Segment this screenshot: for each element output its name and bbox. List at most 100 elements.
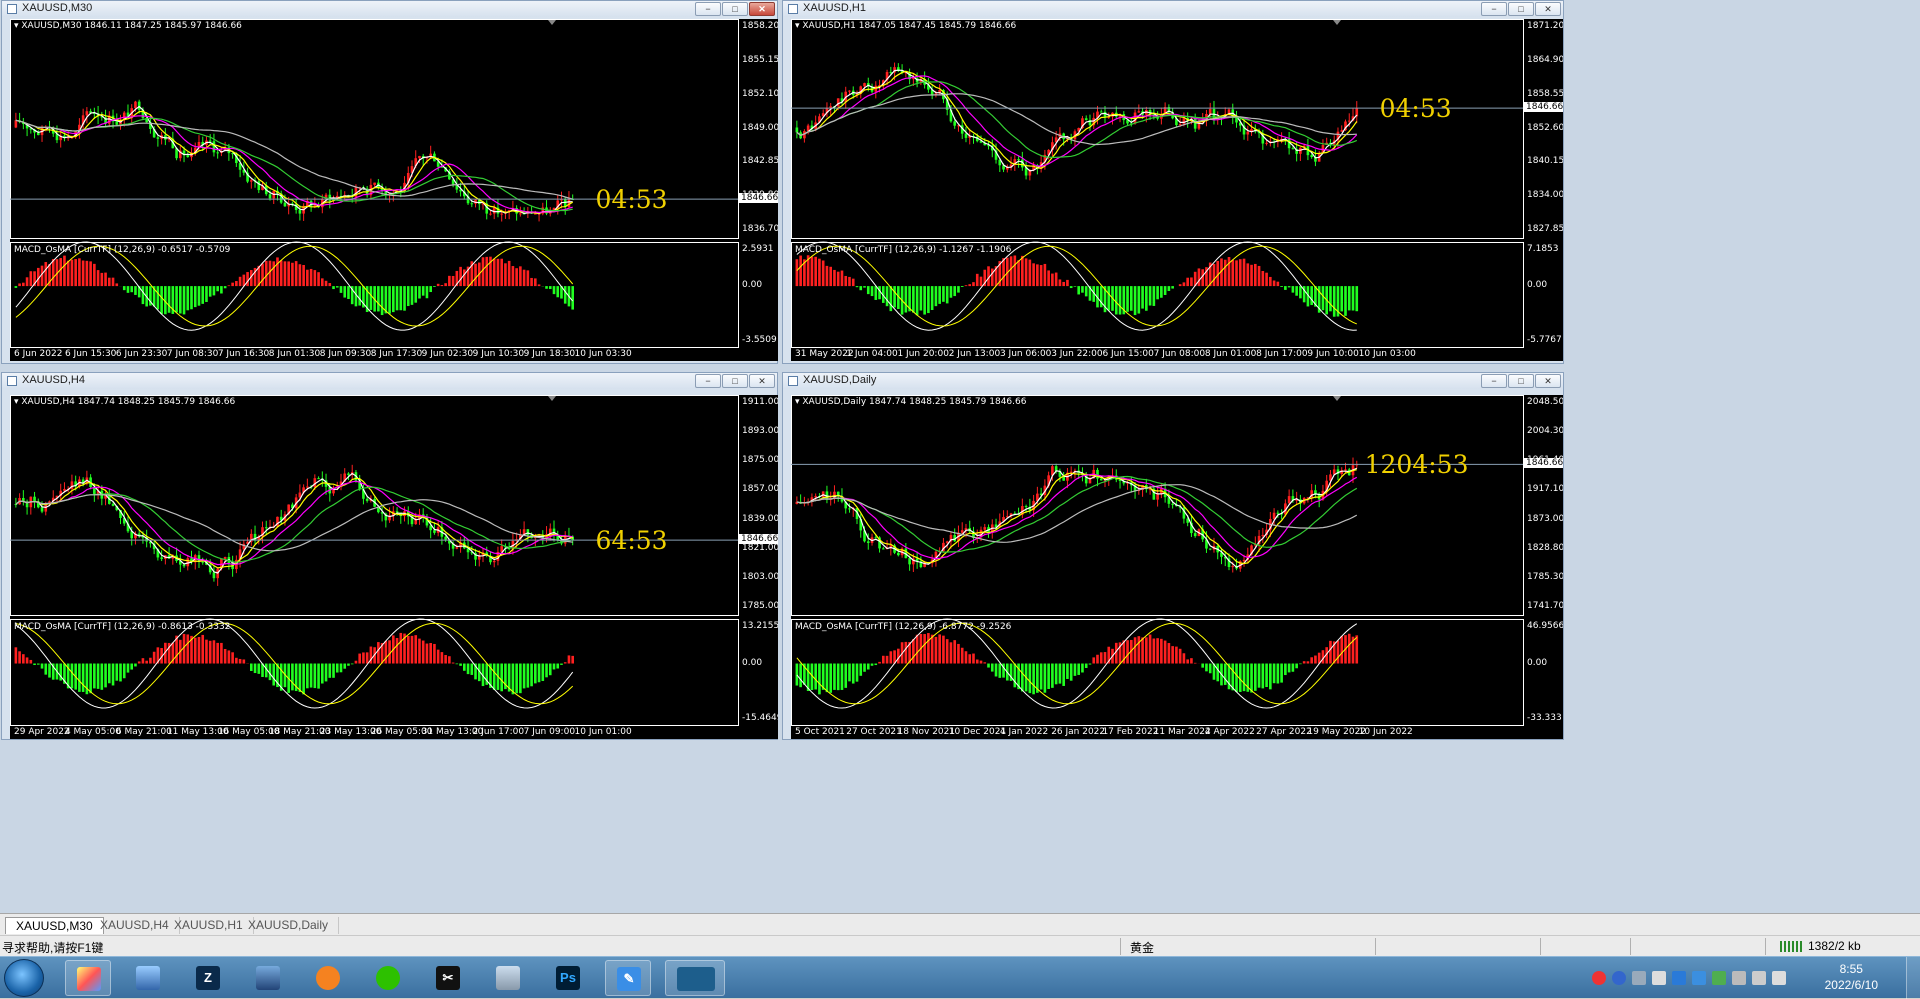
- show-desktop-button[interactable]: [1906, 957, 1920, 999]
- time-axis-label: 9 Jun 10:30: [473, 349, 524, 359]
- histogram-bar: [1273, 664, 1276, 684]
- histogram-bar: [470, 664, 473, 675]
- candle-body: [1262, 535, 1265, 536]
- histogram-bar: [1186, 659, 1189, 663]
- defender-icon[interactable]: [1712, 971, 1726, 985]
- histogram-bar: [201, 635, 204, 664]
- histogram-bar: [1153, 639, 1156, 664]
- candle-body: [134, 102, 137, 109]
- chart-window-daily[interactable]: XAUUSD,Daily − □ ✕ ▾ XAUUSD,Daily 1847.7…: [782, 372, 1564, 740]
- security-icon[interactable]: [1692, 971, 1706, 985]
- time-axis-label: 2 Jun 17:00: [473, 727, 524, 737]
- histogram-bar: [358, 286, 361, 305]
- histogram-bar: [433, 644, 436, 664]
- candle-body: [347, 473, 350, 474]
- histogram-bar: [564, 662, 567, 663]
- chart-window-h4[interactable]: XAUUSD,H4 − □ ✕ ▾ XAUUSD,H4 1847.74 1848…: [1, 372, 778, 740]
- candle-body: [1171, 504, 1174, 505]
- histogram-bar: [370, 286, 373, 310]
- chart-window-h1[interactable]: XAUUSD,H1 − □ ✕ ▾ XAUUSD,H1 1847.05 1847…: [782, 0, 1564, 364]
- network-signal-icon[interactable]: [1772, 971, 1786, 985]
- taskbar-app-paint[interactable]: [65, 960, 111, 996]
- histogram-bar: [1100, 652, 1103, 663]
- taskbar-app-orange[interactable]: [305, 960, 351, 996]
- flag-icon[interactable]: [1732, 971, 1746, 985]
- volume-icon[interactable]: [1752, 971, 1766, 985]
- histogram-bar: [175, 286, 178, 312]
- tab-xauusd-daily[interactable]: XAUUSD,Daily: [238, 917, 339, 934]
- window-titlebar[interactable]: XAUUSD,Daily − □ ✕: [783, 373, 1563, 389]
- minimize-button[interactable]: −: [695, 374, 721, 388]
- sogou-icon[interactable]: [1592, 971, 1606, 985]
- taskbar-app-wechat[interactable]: [365, 960, 411, 996]
- close-button[interactable]: ✕: [1535, 2, 1561, 16]
- histogram-bar: [325, 281, 328, 286]
- maximize-button[interactable]: □: [1508, 374, 1534, 388]
- histogram-bar: [407, 286, 410, 306]
- histogram-bar: [1021, 256, 1024, 286]
- maximize-button[interactable]: □: [1508, 2, 1534, 16]
- histogram-bar: [93, 264, 96, 286]
- histogram-bar: [1051, 664, 1054, 688]
- histogram-bar: [216, 286, 219, 291]
- histogram-bar: [1059, 664, 1062, 684]
- shield-icon[interactable]: [1672, 971, 1686, 985]
- chart-window-m30[interactable]: XAUUSD,M30 − □ ✕ ▾ XAUUSD,M30 1846.11 18…: [1, 0, 778, 364]
- histogram-bar: [1044, 264, 1047, 286]
- histogram-bar: [1273, 280, 1276, 286]
- time-axis-label: 6 Jun 15:30: [65, 349, 116, 359]
- taskbar-app-photoshop[interactable]: Ps: [545, 960, 591, 996]
- window-titlebar[interactable]: XAUUSD,H4 − □ ✕: [2, 373, 777, 389]
- maximize-button[interactable]: □: [722, 374, 748, 388]
- histogram-bar: [799, 256, 802, 287]
- minimize-button[interactable]: −: [1481, 2, 1507, 16]
- close-button[interactable]: ✕: [749, 374, 775, 388]
- clock-time: 8:55: [1825, 961, 1878, 977]
- histogram-bar: [1025, 258, 1028, 286]
- keyboard-icon[interactable]: [1632, 971, 1646, 985]
- histogram-bar: [852, 664, 855, 684]
- histogram-bar: [239, 277, 242, 286]
- mail-icon[interactable]: [1652, 971, 1666, 985]
- candle-body: [1265, 143, 1268, 144]
- histogram-bar: [519, 266, 522, 286]
- taskbar-app-network[interactable]: [125, 960, 171, 996]
- chart-icon: [7, 4, 17, 14]
- start-button[interactable]: [4, 959, 44, 997]
- candle-body: [1243, 560, 1246, 561]
- histogram-bar: [1104, 652, 1107, 663]
- system-clock[interactable]: 8:55 2022/6/10: [1825, 961, 1878, 993]
- histogram-bar: [459, 267, 462, 286]
- taskbar-app-desktop[interactable]: [245, 960, 291, 996]
- indicator-axis-label: -5.7767: [1527, 335, 1562, 345]
- histogram-bar: [1175, 647, 1178, 664]
- histogram-bar: [78, 664, 81, 692]
- taskbar-app-pen[interactable]: ✎: [605, 960, 651, 996]
- maximize-button[interactable]: □: [722, 2, 748, 16]
- histogram-bar: [991, 269, 994, 287]
- chart-area[interactable]: ▾ XAUUSD,H4 1847.74 1848.25 1845.79 1846…: [10, 395, 778, 739]
- chart-area[interactable]: ▾ XAUUSD,Daily 1847.74 1848.25 1845.79 1…: [791, 395, 1563, 739]
- candle-body: [1062, 477, 1065, 481]
- window-titlebar[interactable]: XAUUSD,H1 − □ ✕: [783, 1, 1563, 17]
- taskbar-app-capcut[interactable]: ✂: [425, 960, 471, 996]
- tab-xauusd-m30[interactable]: XAUUSD,M30: [5, 917, 104, 934]
- candle-body: [213, 572, 216, 578]
- histogram-bar: [1081, 664, 1084, 673]
- minimize-button[interactable]: −: [695, 2, 721, 16]
- minimize-button[interactable]: −: [1481, 374, 1507, 388]
- close-button[interactable]: ✕: [1535, 374, 1561, 388]
- candle-body: [553, 529, 556, 535]
- indicator-frame: [792, 620, 1524, 726]
- taskbar-app-files[interactable]: [485, 960, 531, 996]
- histogram-bar: [134, 286, 137, 295]
- help-circle-icon[interactable]: [1612, 971, 1626, 985]
- photoshop-icon: Ps: [556, 966, 580, 990]
- chart-area[interactable]: ▾ XAUUSD,M30 1846.11 1847.25 1845.97 184…: [10, 19, 778, 361]
- close-button[interactable]: ✕: [749, 2, 775, 16]
- histogram-bar: [37, 664, 40, 665]
- window-titlebar[interactable]: XAUUSD,M30 − □ ✕: [2, 1, 777, 17]
- taskbar-app-z[interactable]: Z: [185, 960, 231, 996]
- taskbar-app-metatrader[interactable]: [665, 960, 725, 996]
- chart-area[interactable]: ▾ XAUUSD,H1 1847.05 1847.45 1845.79 1846…: [791, 19, 1563, 361]
